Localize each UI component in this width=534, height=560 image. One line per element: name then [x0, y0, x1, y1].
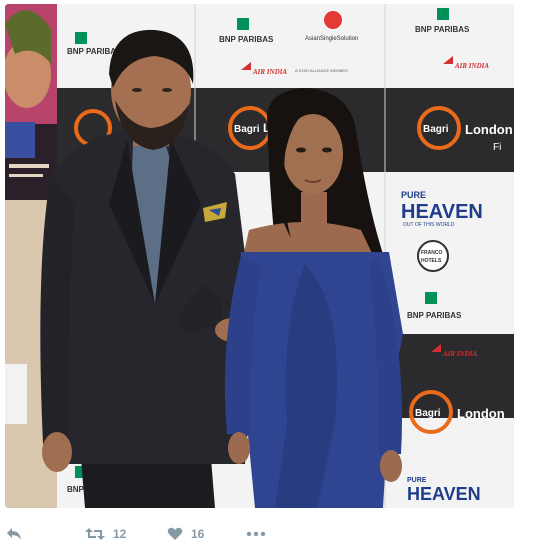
more-dots-icon	[246, 531, 266, 537]
retweet-count: 12	[113, 527, 127, 541]
tweet-photo[interactable]: BNP PARIBAS BNP PARIBAS AsianSingleSolut…	[5, 4, 514, 508]
london-logo-text: London	[465, 122, 513, 137]
air-india-text: AIR INDIA	[252, 68, 287, 76]
london-logo-text: London	[457, 406, 505, 421]
bagri-logo-text: Bagri	[415, 408, 441, 419]
film-poster	[5, 4, 57, 200]
bnp-logo-text: BNP PARIBAS	[415, 25, 470, 34]
bagri-logo-text: Bagri	[234, 124, 260, 135]
heaven-text: HEAVEN	[407, 484, 481, 504]
hotels-text: HOTELS	[421, 258, 442, 264]
retweet-icon	[85, 528, 105, 540]
tagline-text: OUT OF THIS WORLD	[403, 222, 455, 228]
heaven-text: HEAVEN	[401, 201, 483, 223]
like-count: 16	[191, 527, 205, 541]
film-festival-text: Fi	[493, 142, 501, 153]
bnp-logo-text: BNP PARIBAS	[219, 35, 274, 44]
bnp-logo-text: BNP PARIBAS	[407, 311, 462, 320]
more-button[interactable]	[246, 525, 266, 543]
reply-icon	[7, 528, 21, 540]
franco-text: FRANCO	[421, 250, 442, 256]
reply-button[interactable]	[6, 525, 22, 543]
alliance-text: A STAR ALLIANCE MEMBER	[295, 68, 348, 73]
retweet-button[interactable]: 12	[85, 525, 126, 543]
heart-icon	[167, 527, 183, 540]
air-india-text: AIR INDIA	[454, 62, 489, 70]
air-india-text: AIR INDIA	[442, 350, 477, 358]
like-button[interactable]: 16	[167, 525, 204, 543]
pure-text: PURE	[401, 190, 426, 200]
bagri-logo-text: Bagri	[423, 124, 449, 135]
asian-solution-text: AsianSingleSolution	[305, 36, 358, 42]
pure-text: PURE	[407, 477, 427, 484]
tweet-actions: 12 16	[0, 508, 534, 560]
